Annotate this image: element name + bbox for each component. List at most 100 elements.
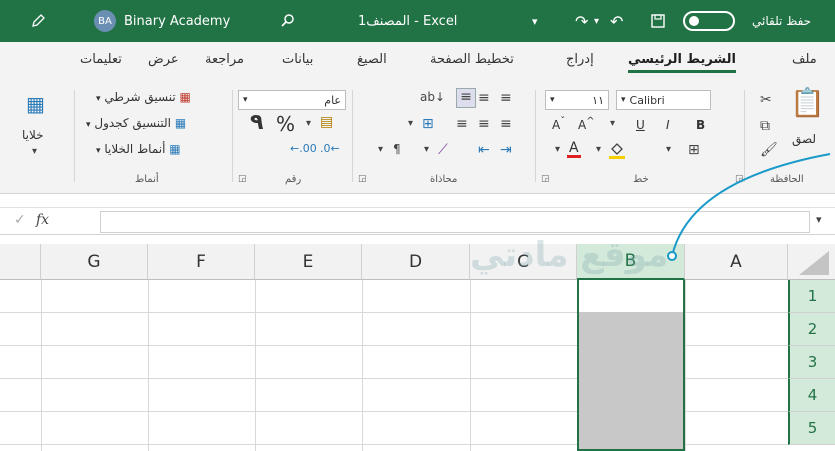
percent-button[interactable]: % [276,112,295,136]
orientation-icon[interactable]: ⟋ [438,142,448,158]
tab-data[interactable]: بيانات [282,52,313,67]
font-color-icon[interactable]: A [566,138,582,164]
redo-icon[interactable]: ↷ [575,0,588,42]
user-name: Binary Academy [124,13,231,29]
font-shrink-button[interactable]: Aˇ [552,116,565,132]
orientation-dropdown-icon[interactable]: ▾ [424,144,429,155]
undo-dropdown-icon[interactable]: ▾ [594,0,599,42]
format-as-table-button[interactable]: ▾ التنسيق كجدول ▦ [86,116,186,130]
divider [352,90,353,182]
copy-icon[interactable]: ⧉ [760,118,770,134]
bold-button[interactable]: B [696,118,705,132]
fill-color-dropdown-icon[interactable]: ▾ [596,144,601,155]
column-header-g[interactable]: G [41,244,148,280]
file-name: المصنف1 - Excel [358,13,458,29]
align-center-icon[interactable]: ≡ [478,116,490,132]
align-middle-icon[interactable]: ≡ [478,90,490,106]
divider [535,90,536,182]
tab-view[interactable]: عرض [148,52,179,67]
title-bar: BA Binary Academy المصنف1 - Excel ▾ ↷ ▾ … [0,0,835,42]
autosave-label: حفظ تلقائي [752,14,812,28]
tab-help[interactable]: تعليمات [80,52,122,67]
row-header-2[interactable]: 2 [788,313,835,346]
divider [232,90,233,182]
undo-icon[interactable]: ↶ [610,0,623,42]
align-left-icon[interactable]: ≡ [456,116,468,132]
underline-button[interactable]: U [636,118,645,132]
accounting-dropdown-icon[interactable]: ▾ [306,118,311,129]
increase-decimal-icon[interactable]: ←.00 [290,142,317,155]
paste-icon[interactable]: 📋 [790,86,825,119]
cells-button[interactable]: خلايا [22,128,44,142]
cells-icon[interactable]: ▦ [26,92,45,116]
number-launcher-icon[interactable]: ◲ [238,174,247,184]
font-name-select[interactable]: ▾ Calibri [616,90,711,110]
column-header-partial[interactable] [0,244,41,280]
autosave-toggle[interactable] [683,0,735,42]
cell-styles-button[interactable]: ▾ أنماط الخلايا ▦ [96,142,181,156]
font-color-dropdown-icon[interactable]: ▾ [555,144,560,155]
gridline [255,280,256,451]
gridline [470,280,471,451]
font-size-select[interactable]: ▾ ١١ [545,90,609,110]
row-header-3[interactable]: 3 [788,346,835,379]
increase-indent-icon[interactable]: ⇥ [500,142,512,158]
tab-insert[interactable]: إدراج [566,52,594,67]
column-header-f[interactable]: F [148,244,255,280]
floppy-icon[interactable] [650,0,666,42]
gridline [362,280,363,451]
fill-color-icon[interactable] [608,140,626,164]
callout-line [667,153,831,261]
cells-dropdown-icon[interactable]: ▾ [32,146,37,157]
row-header-1[interactable]: 1 [788,280,835,313]
tab-page-layout[interactable]: تخطيط الصفحة [430,52,514,67]
number-format-select[interactable]: ▾ عام [238,90,346,110]
merge-center-icon[interactable]: ⊞ [422,116,434,132]
tab-review[interactable]: مراجعة [205,52,244,67]
align-top-icon[interactable]: ≡ [500,90,512,106]
pen-icon[interactable] [30,0,46,42]
text-direction-icon[interactable]: ab↓ [420,90,445,104]
divider [74,90,75,182]
italic-button[interactable]: I [666,118,670,132]
direction-dropdown-icon[interactable]: ▾ [378,144,383,155]
styles-group-label: أنماط [135,174,159,185]
avatar: BA [94,10,116,32]
fx-icon[interactable]: fx [36,212,49,228]
merge-dropdown-icon[interactable]: ▾ [408,118,413,129]
search-icon[interactable] [280,0,296,42]
number-group-label: رقم [285,174,302,185]
user-account[interactable]: BA Binary Academy [94,0,230,42]
underline-dropdown-icon[interactable]: ▾ [610,118,615,129]
gridline [41,280,42,451]
active-cell-b1[interactable] [579,280,683,312]
gridline [685,280,686,451]
align-right-icon[interactable]: ≡ [500,116,512,132]
font-grow-button[interactable]: A^ [578,116,595,132]
cut-icon[interactable]: ✂ [760,92,772,108]
alignment-launcher-icon[interactable]: ◲ [358,174,367,184]
tab-home[interactable]: الشريط الرئيسي [628,52,736,73]
enter-check-icon[interactable]: ✓ [14,212,26,228]
ribbon-tabs: ملف الشريط الرئيسي إدراج تخطيط الصفحة ال… [0,42,835,82]
tab-file[interactable]: ملف [792,52,817,67]
accounting-format-icon[interactable]: ▤ [320,114,333,130]
row-header-4[interactable]: 4 [788,379,835,412]
decrease-indent-icon[interactable]: ⇤ [478,142,490,158]
align-bottom-icon[interactable]: ≡ [456,88,476,108]
row-header-5[interactable]: 5 [788,412,835,445]
comma-style-button[interactable]: ٩ [250,110,263,135]
font-launcher-icon[interactable]: ◲ [541,174,550,184]
gridline [148,280,149,451]
alignment-group-label: محاذاة [430,174,458,185]
qat-customize-icon[interactable]: ▾ [532,0,538,42]
conditional-formatting-button[interactable]: ▾ تنسيق شرطي ▦ [96,90,191,104]
tab-formulas[interactable]: الصيغ [357,52,387,67]
watermark-text: موقع مادتي [470,235,669,275]
rtl-direction-icon[interactable]: ¶ [393,142,401,156]
decrease-decimal-icon[interactable]: .0← [320,142,340,155]
column-header-d[interactable]: D [362,244,470,280]
font-group-label: خط [633,174,649,185]
column-header-e[interactable]: E [255,244,362,280]
svg-text:A: A [569,140,579,156]
